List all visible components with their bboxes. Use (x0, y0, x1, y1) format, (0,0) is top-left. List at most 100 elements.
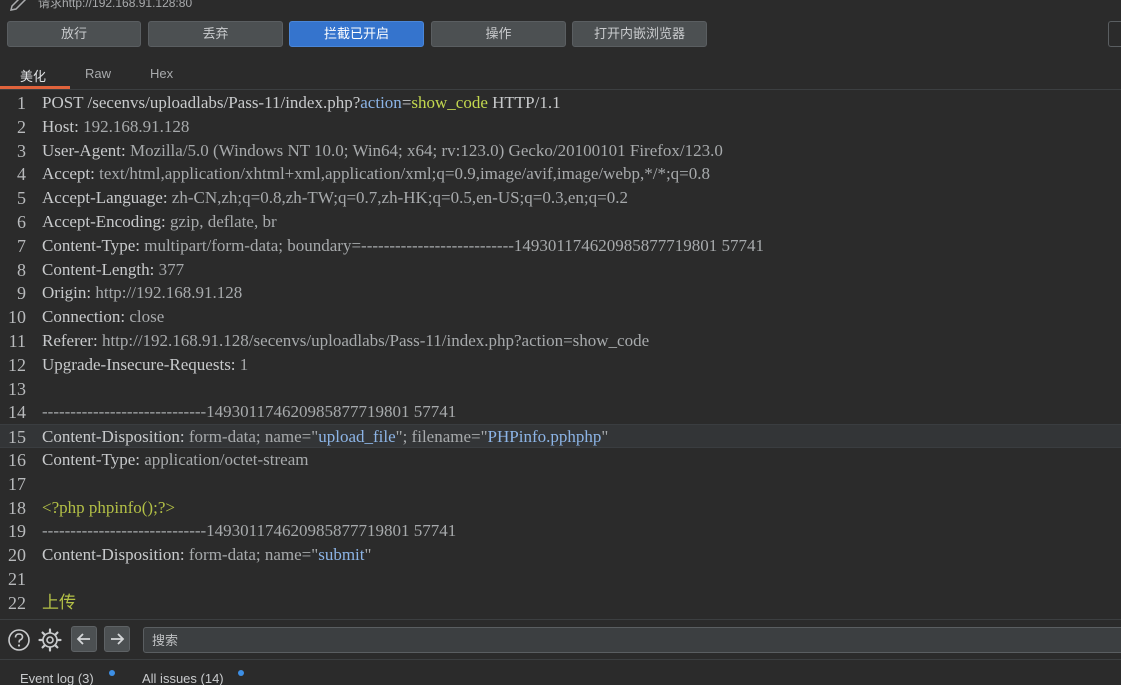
request-line[interactable]: 5 Accept-Language: zh-CN,zh;q=0.8,zh-TW;q… (0, 186, 1121, 210)
request-line[interactable]: 20 Content-Disposition: form-data; name="… (0, 543, 1121, 567)
help-icon[interactable] (6, 628, 32, 652)
line-content: Content-Disposition: form-data; name="su… (42, 543, 371, 567)
request-target-label: 请求http://192.168.91.128:80 (38, 0, 193, 10)
line-content: Content-Disposition: form-data; name="up… (42, 425, 608, 449)
request-line[interactable]: 12 Upgrade-Insecure-Requests: 1 (0, 353, 1121, 377)
code-token: http://192.168.91.128 (95, 283, 243, 303)
request-line[interactable]: 15 Content-Disposition: form-data; name="… (0, 424, 1121, 449)
code-token: action (360, 93, 402, 112)
request-line[interactable]: 2 Host: 192.168.91.128 (0, 115, 1121, 139)
action-button[interactable]: 操作 (431, 21, 566, 47)
code-token: Accept-Language: (42, 188, 172, 208)
code-token: " (364, 545, 372, 565)
request-line[interactable]: 4 Accept: text/html,application/xhtml+xml… (0, 162, 1121, 186)
code-token: <?php phpinfo();?> (42, 497, 175, 517)
line-number: 4 (17, 164, 26, 185)
open-browser-button[interactable]: 打开内嵌浏览器 (572, 21, 707, 47)
code-token: Content-Length: (42, 259, 159, 279)
code-token: Connection: (42, 307, 130, 327)
line-number: 8 (17, 259, 26, 280)
line-number: 7 (17, 235, 26, 256)
next-match-button[interactable] (104, 626, 130, 652)
line-number: 19 (8, 521, 26, 542)
code-token: PHPinfo.pphphp (487, 427, 602, 447)
tab-raw[interactable]: Raw (85, 66, 111, 88)
request-line[interactable]: 16 Content-Type: application/octet-stream (0, 448, 1121, 472)
code-token: Origin: (42, 283, 96, 303)
code-token: HTTP/1.1 (487, 93, 561, 112)
line-content: -----------------------------14930117462… (42, 519, 456, 543)
request-line[interactable]: 17 (0, 472, 1121, 496)
line-number: 18 (8, 497, 26, 518)
request-line[interactable]: 9 Origin: http://192.168.91.128 (0, 281, 1121, 305)
request-line[interactable]: 1 POST /secenvs/uploadlabs/Pass-11/index.… (0, 91, 1121, 115)
message-view-tabs: 美化 Raw Hex (0, 56, 1121, 90)
settings-gear-icon[interactable] (37, 628, 63, 652)
code-token: multipart/form-data; boundary=----------… (144, 235, 765, 255)
code-token: application/octet-stream (144, 450, 309, 469)
forward-button[interactable]: 放行 (7, 21, 141, 47)
code-token: http://192.168.91.128/secenvs/uploadlabs… (101, 331, 650, 350)
code-token: User-Agent: (42, 140, 130, 160)
request-line[interactable]: 7 Content-Type: multipart/form-data; boun… (0, 234, 1121, 258)
code-token: Accept-Encoding: (42, 212, 170, 231)
line-number: 15 (8, 427, 26, 448)
line-content: Connection: close (42, 305, 164, 329)
toolbar-overflow-button[interactable] (1108, 21, 1121, 47)
line-content: Content-Type: multipart/form-data; bound… (42, 234, 764, 258)
code-token: Content-Disposition: (42, 545, 189, 565)
code-token: form-data; name=" (188, 545, 319, 565)
arrow-right-icon (111, 633, 125, 645)
line-number: 16 (8, 450, 26, 470)
event-log-tab[interactable]: Event log (3) (20, 671, 94, 685)
request-line[interactable]: 21 (0, 567, 1121, 591)
request-line[interactable]: 10 Connection: close (0, 305, 1121, 329)
line-number: 11 (8, 331, 26, 351)
code-token: " (601, 427, 609, 447)
request-editor[interactable]: 1 POST /secenvs/uploadlabs/Pass-11/index.… (0, 90, 1121, 618)
line-content: Referer: http://192.168.91.128/secenvs/u… (42, 329, 649, 353)
request-line[interactable]: 8 Content-Length: 377 (0, 258, 1121, 282)
code-token: 1 (239, 354, 249, 374)
request-line[interactable]: 3 User-Agent: Mozilla/5.0 (Windows NT 10.… (0, 139, 1121, 163)
line-number: 12 (8, 354, 26, 375)
request-line[interactable]: 22 上传 (0, 591, 1121, 615)
line-content: Accept-Language: zh-CN,zh;q=0.8,zh-TW;q=… (42, 186, 628, 210)
issues-notification-dot (238, 670, 244, 676)
code-token: zh-CN,zh;q=0.8,zh-TW;q=0.7,zh-HK;q=0.5,e… (171, 188, 628, 208)
request-line[interactable]: 11 Referer: http://192.168.91.128/secenvs… (0, 329, 1121, 353)
line-content: Accept-Encoding: gzip, deflate, br (42, 210, 277, 234)
tab-hex[interactable]: Hex (150, 66, 173, 88)
line-number: 14 (8, 402, 26, 423)
code-token: 192.168.91.128 (83, 116, 190, 136)
code-token: Mozilla/5.0 (Windows NT 10.0; Win64; x64… (129, 140, 723, 160)
drop-button[interactable]: 丢弃 (148, 21, 283, 47)
line-content: Accept: text/html,application/xhtml+xml,… (42, 162, 710, 186)
code-token: Content-Type: (42, 235, 145, 255)
code-token: text/html,application/xhtml+xml,applicat… (99, 164, 711, 184)
code-token: -----------------------------14930117462… (42, 402, 457, 422)
line-content: Upgrade-Insecure-Requests: 1 (42, 353, 248, 377)
line-number: 3 (17, 140, 26, 161)
status-bar: Event log (3) All issues (14) (0, 659, 1121, 685)
code-token: Content-Disposition: (42, 427, 189, 447)
intercept-toggle-button[interactable]: 拦截已开启 (289, 21, 424, 47)
code-token: Content-Type: (42, 450, 145, 469)
request-line[interactable]: 18 <?php phpinfo();?> (0, 496, 1121, 520)
previous-match-button[interactable] (71, 626, 97, 652)
code-token: = (401, 93, 412, 112)
request-line[interactable]: 6 Accept-Encoding: gzip, deflate, br (0, 210, 1121, 234)
request-line[interactable]: 13 (0, 377, 1121, 401)
code-token: gzip, deflate, br (169, 212, 277, 231)
line-content: POST /secenvs/uploadlabs/Pass-11/index.p… (42, 91, 561, 115)
request-line[interactable]: 19 -----------------------------149301174… (0, 519, 1121, 543)
line-content: 上传 (42, 591, 76, 615)
code-token: Upgrade-Insecure-Requests: (42, 354, 240, 374)
tab-pretty[interactable]: 美化 (20, 66, 46, 88)
code-token: show_code (411, 93, 488, 112)
search-input[interactable] (143, 627, 1121, 653)
line-number: 1 (17, 93, 26, 113)
all-issues-tab[interactable]: All issues (14) (142, 671, 224, 685)
line-number: 9 (17, 283, 26, 304)
request-line[interactable]: 14 -----------------------------149301174… (0, 400, 1121, 424)
